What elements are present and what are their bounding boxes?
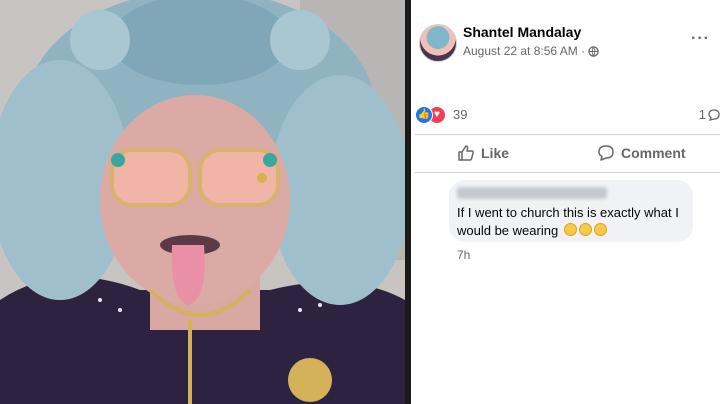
emoji-icon: [593, 223, 607, 236]
comment-bubble-icon: [708, 108, 720, 121]
post-meta: August 22 at 8:56 AM ·: [463, 44, 600, 58]
like-label: Like: [481, 145, 510, 161]
post-date[interactable]: August 22 at 8:56 AM: [463, 44, 578, 58]
photo-illustration: [0, 0, 405, 404]
emoji-icon: [578, 223, 592, 236]
like-button[interactable]: Like: [457, 144, 509, 162]
comment-icon: [597, 144, 615, 162]
comment-text-wrap: If I went to church this is exactly what…: [457, 204, 687, 240]
comment-count[interactable]: 1: [699, 107, 720, 122]
avatar[interactable]: [419, 24, 457, 62]
thumbs-up-icon: [457, 144, 475, 162]
selfie-photo: [0, 0, 405, 404]
comment-count-value: 1: [698, 107, 706, 122]
post-author[interactable]: Shantel Mandalay: [463, 24, 581, 40]
reactions-row[interactable]: 👍 ♥ 39 1: [415, 104, 720, 126]
redacted-commenter-name: [457, 187, 607, 199]
divider-top: [415, 134, 720, 135]
comment-bubble: If I went to church this is exactly what…: [449, 180, 693, 242]
facebook-post: Shantel Mandalay August 22 at 8:56 AM · …: [411, 0, 720, 404]
like-reaction-icon: 👍: [415, 106, 433, 124]
comment-time[interactable]: 7h: [457, 248, 470, 262]
comment-label: Comment: [621, 145, 686, 161]
meta-separator: ·: [581, 44, 589, 58]
emoji-icon: [563, 223, 577, 236]
globe-icon: [588, 46, 600, 57]
more-options-icon[interactable]: ···: [691, 30, 710, 48]
comment-button[interactable]: Comment: [597, 144, 686, 162]
reaction-count[interactable]: 39: [453, 107, 467, 122]
divider-bottom: [415, 172, 720, 173]
